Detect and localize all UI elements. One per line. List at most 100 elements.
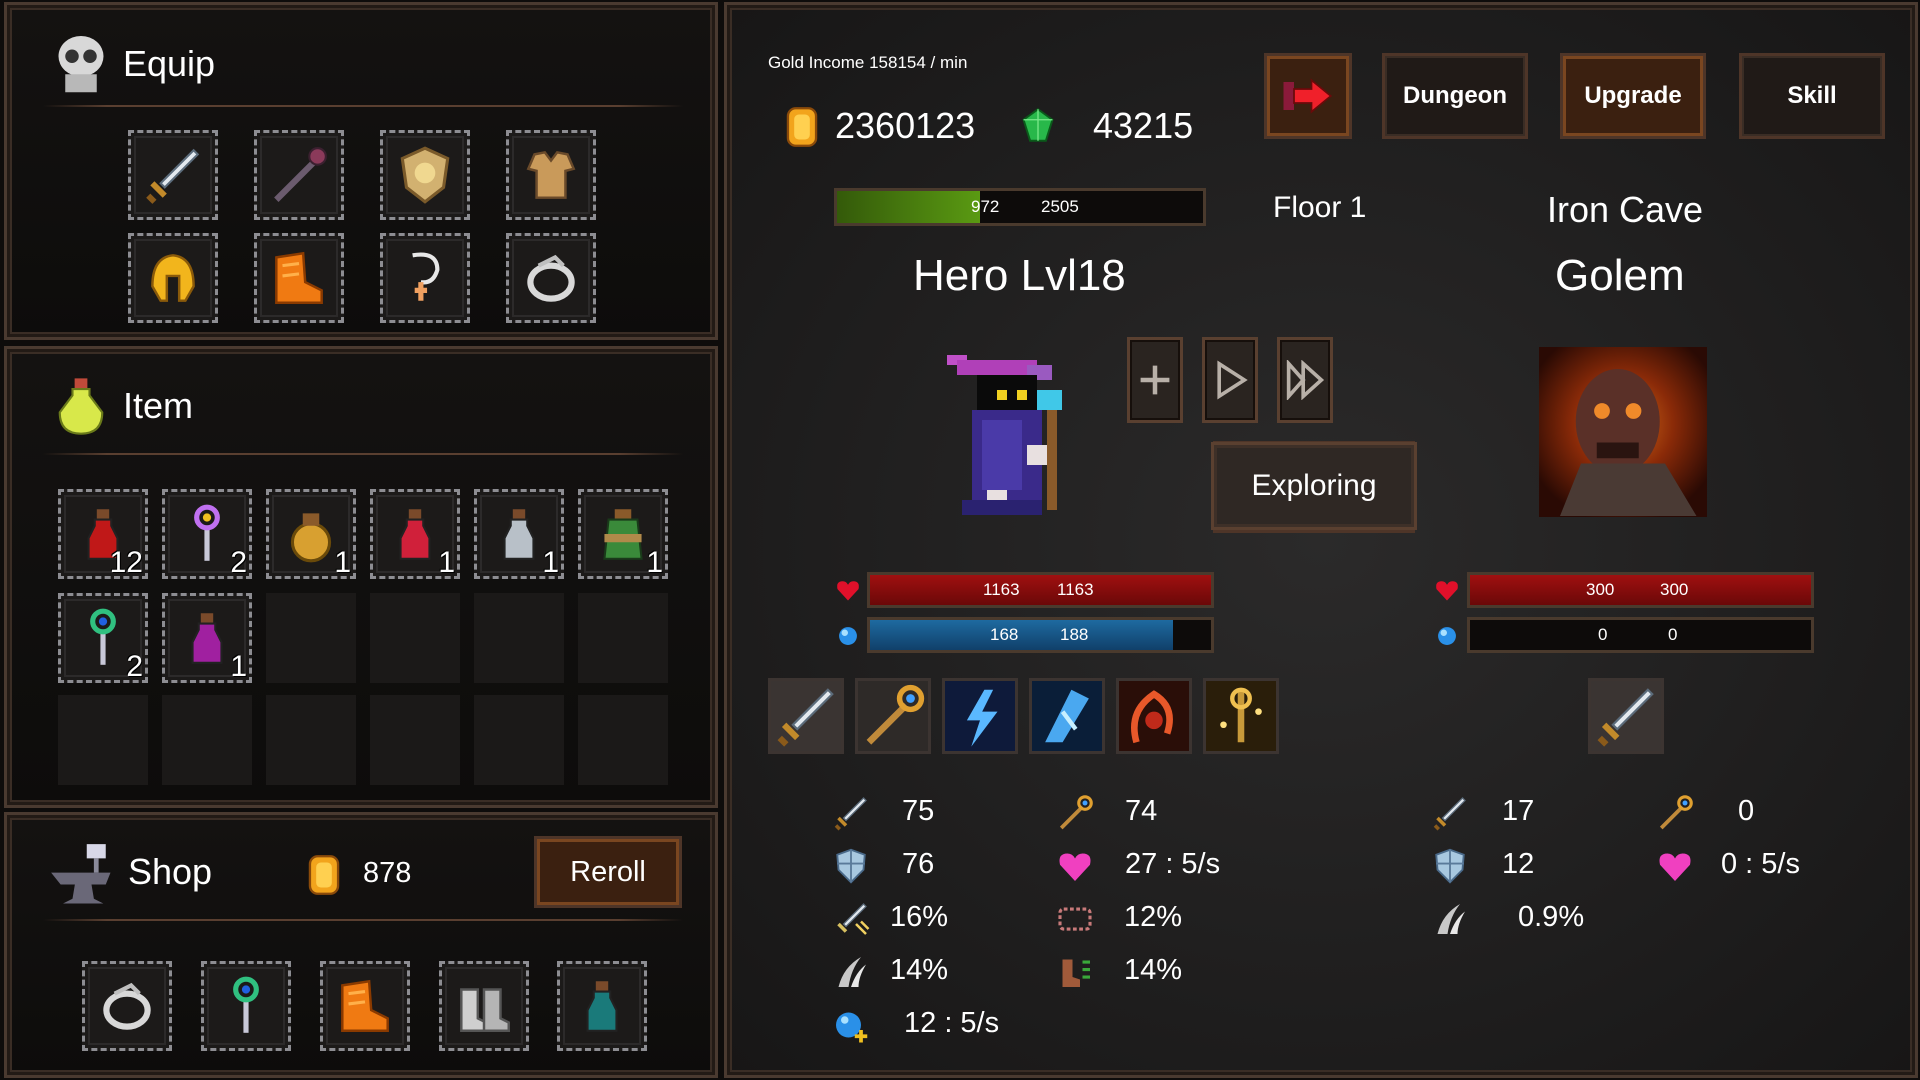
item-slot-5[interactable]: 1 xyxy=(474,489,564,579)
armor-icon xyxy=(518,142,584,208)
equip-slot-amulet[interactable] xyxy=(380,233,470,323)
mana-orb-icon xyxy=(835,623,861,649)
lifesteal-icon xyxy=(1055,899,1095,939)
attack-icon xyxy=(831,793,871,833)
item-title: Item xyxy=(123,385,194,426)
item-slot-empty[interactable] xyxy=(58,695,148,785)
equip-slot-helmet[interactable] xyxy=(128,233,218,323)
item-slot-empty[interactable] xyxy=(578,593,668,683)
hero-mana-regen: 12 : 5/s xyxy=(904,1007,1000,1039)
enemy-mp: 0 xyxy=(1598,625,1608,644)
hero-skill-3[interactable] xyxy=(942,678,1018,754)
hero-hp-max: 1163 xyxy=(1057,580,1094,599)
item-slot-empty[interactable] xyxy=(266,695,356,785)
equip-slot-weapon[interactable] xyxy=(128,130,218,220)
skill-button[interactable]: Skill xyxy=(1739,53,1885,139)
item-slot-1[interactable]: 12 xyxy=(58,489,148,579)
exploring-label: Exploring xyxy=(1251,469,1377,502)
item-slot-empty[interactable] xyxy=(474,695,564,785)
enemy-hp-bar: 300 300 xyxy=(1467,572,1814,608)
floor-progress-bar: 972 2505 xyxy=(834,188,1206,226)
teal-vial-icon xyxy=(569,973,635,1039)
dungeon-label: Dungeon xyxy=(1403,82,1507,109)
dodge-icon xyxy=(1430,899,1470,939)
equip-divider xyxy=(43,105,683,107)
shop-divider xyxy=(43,919,683,921)
item-slot-4[interactable]: 1 xyxy=(370,489,460,579)
shop-item-1[interactable] xyxy=(82,961,172,1051)
equip-slot-shield[interactable] xyxy=(380,130,470,220)
item-count: 1 xyxy=(334,546,351,579)
item-slot-6[interactable]: 1 xyxy=(578,489,668,579)
mp-fill xyxy=(870,620,1174,650)
fire-skill-icon xyxy=(1119,681,1189,751)
shop-gold-amount: 878 xyxy=(363,857,412,889)
enemy-skill-1[interactable] xyxy=(1588,678,1664,754)
enemy-defense: 12 xyxy=(1502,848,1535,880)
shop-item-2[interactable] xyxy=(201,961,291,1051)
heart-icon xyxy=(834,576,862,604)
exit-arrow-icon xyxy=(1283,78,1333,114)
exploring-status-button[interactable]: Exploring xyxy=(1211,442,1417,530)
crit-icon xyxy=(831,899,871,939)
hero-hp: 1163 xyxy=(983,580,1020,599)
add-button[interactable] xyxy=(1127,337,1183,423)
item-slot-empty[interactable] xyxy=(266,593,356,683)
iron-boots-icon xyxy=(451,973,517,1039)
sword-icon xyxy=(140,142,206,208)
ring-icon xyxy=(94,973,160,1039)
reroll-button[interactable]: Reroll xyxy=(534,836,682,908)
item-slot-empty[interactable] xyxy=(370,695,460,785)
equip-slot-boots[interactable] xyxy=(254,233,344,323)
upgrade-button[interactable]: Upgrade xyxy=(1560,53,1706,139)
item-slot-3[interactable]: 1 xyxy=(266,489,356,579)
shop-item-3[interactable] xyxy=(320,961,410,1051)
hero-lifesteal: 12% xyxy=(1124,901,1183,933)
item-slot-8[interactable]: 1 xyxy=(162,593,252,683)
plus-icon xyxy=(1140,365,1170,395)
item-divider xyxy=(43,453,683,455)
reroll-label: Reroll xyxy=(570,855,646,888)
hero-skill-5[interactable] xyxy=(1116,678,1192,754)
enemy-hp-max: 300 xyxy=(1660,580,1689,599)
enemy-mp-max: 0 xyxy=(1668,625,1678,644)
item-count: 1 xyxy=(542,546,559,579)
gold-coin-icon xyxy=(777,99,827,155)
hp-fill xyxy=(870,575,1211,605)
item-count: 2 xyxy=(230,546,247,579)
dungeon-button[interactable]: Dungeon xyxy=(1382,53,1528,139)
play-button[interactable] xyxy=(1202,337,1258,423)
hero-skill-4[interactable] xyxy=(1029,678,1105,754)
enemy-magic: 0 xyxy=(1738,795,1755,827)
item-slot-7[interactable]: 2 xyxy=(58,593,148,683)
shield-icon xyxy=(392,142,458,208)
enemy-hp: 300 xyxy=(1586,580,1615,599)
progress-max: 2505 xyxy=(1041,197,1079,216)
enemy-regen: 0 : 5/s xyxy=(1721,848,1800,880)
hero-dodge: 14% xyxy=(890,954,949,986)
heart-regen-icon xyxy=(1655,846,1695,886)
hero-crit: 16% xyxy=(890,901,949,933)
speed-icon xyxy=(1055,952,1095,992)
exit-button[interactable] xyxy=(1264,53,1352,139)
hero-skill-6[interactable] xyxy=(1203,678,1279,754)
item-count: 2 xyxy=(126,650,143,683)
hero-magic: 74 xyxy=(1125,795,1158,827)
equip-slot-armor[interactable] xyxy=(506,130,596,220)
fast-forward-button[interactable] xyxy=(1277,337,1333,423)
hero-skill-2[interactable] xyxy=(855,678,931,754)
gem-amount: 43215 xyxy=(1093,105,1194,146)
equip-slot-staff[interactable] xyxy=(254,130,344,220)
hero-skill-1[interactable] xyxy=(768,678,844,754)
item-slot-empty[interactable] xyxy=(474,593,564,683)
equip-slot-ring[interactable] xyxy=(506,233,596,323)
shop-item-5[interactable] xyxy=(557,961,647,1051)
sword-skill-icon xyxy=(771,681,841,751)
item-slot-empty[interactable] xyxy=(578,695,668,785)
item-slot-empty[interactable] xyxy=(162,695,252,785)
item-slot-2[interactable]: 2 xyxy=(162,489,252,579)
item-slot-empty[interactable] xyxy=(370,593,460,683)
golem-face-icon xyxy=(1560,369,1697,516)
amulet-icon xyxy=(392,245,458,311)
shop-item-4[interactable] xyxy=(439,961,529,1051)
